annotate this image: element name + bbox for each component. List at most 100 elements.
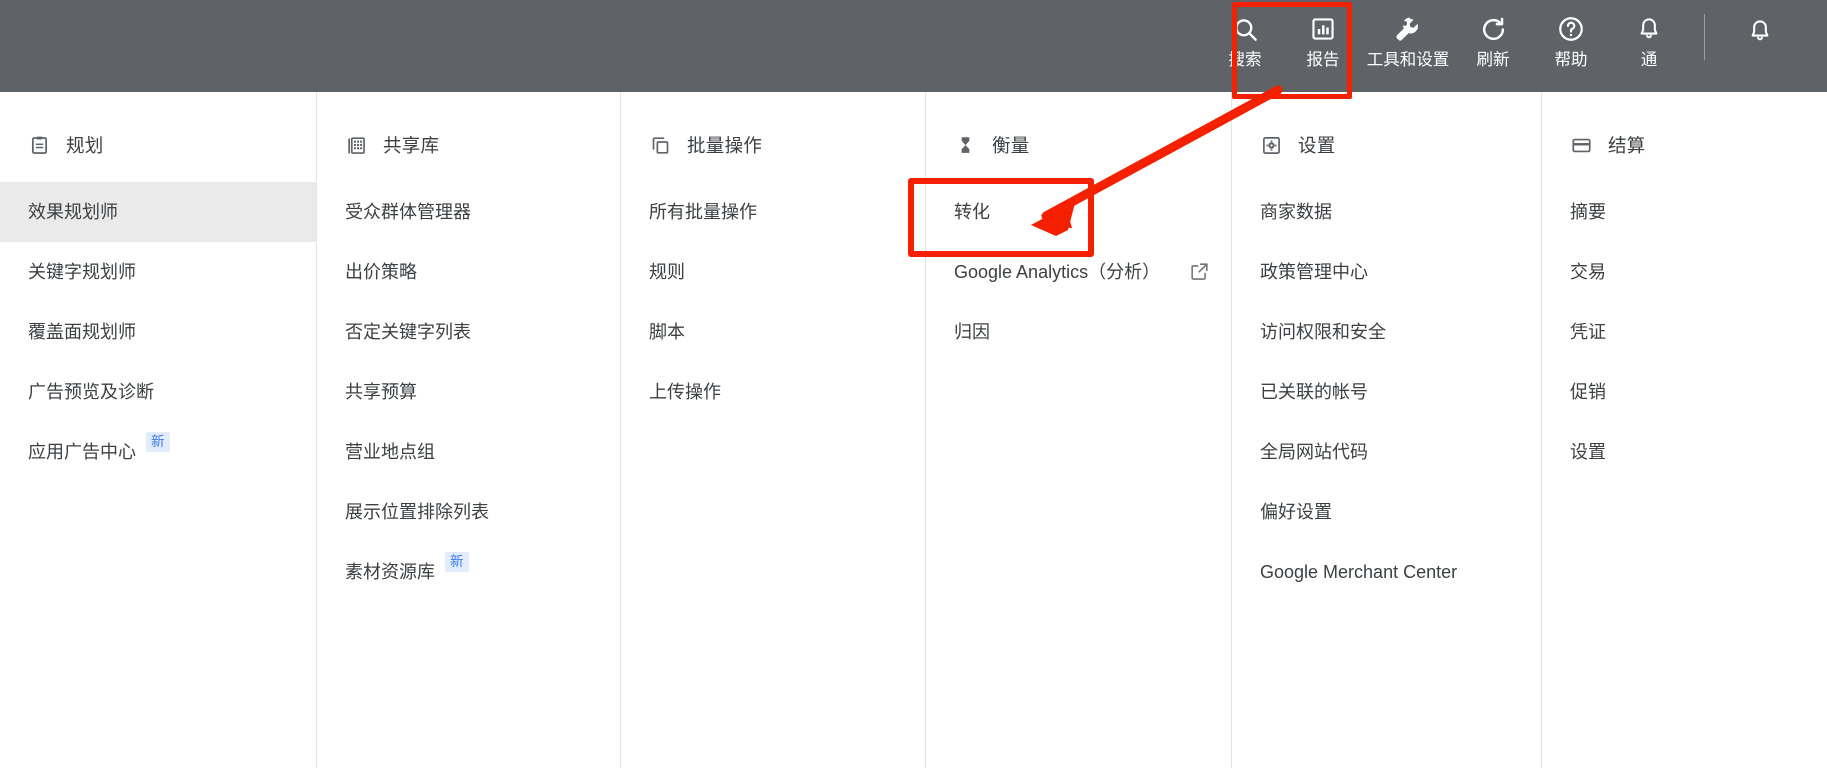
toolbar-search-label: 搜索 [1228, 51, 1262, 69]
search-icon [1230, 14, 1260, 44]
menu-item-label: 全局网站代码 [1260, 442, 1368, 462]
toolbar-refresh-label: 刷新 [1476, 51, 1510, 69]
menu-item-label: 凭证 [1570, 322, 1606, 342]
copy-stack-icon [649, 134, 671, 156]
menu-item-all-bulk-actions[interactable]: 所有批量操作 [621, 182, 925, 242]
hourglass-icon [954, 134, 976, 156]
toolbar-reports-label: 报告 [1306, 51, 1340, 69]
new-badge: 新 [445, 552, 469, 572]
menu-item-asset-library[interactable]: 素材资源库新 [317, 542, 620, 602]
menu-column-bulk-actions: 批量操作 所有批量操作 规则 脚本 上传操作 [620, 92, 925, 768]
menu-item-documents[interactable]: 凭证 [1542, 302, 1827, 362]
menu-item-app-advertising-hub[interactable]: 应用广告中心新 [0, 422, 316, 482]
column-title: 共享库 [383, 135, 440, 156]
menu-item-google-analytics[interactable]: Google Analytics（分析） [926, 242, 1231, 302]
credit-card-icon [1570, 134, 1592, 156]
menu-item-ad-preview-diagnosis[interactable]: 广告预览及诊断 [0, 362, 316, 422]
menu-item-label: 归因 [954, 322, 990, 342]
menu-item-label: 已关联的帐号 [1260, 382, 1368, 402]
toolbar-notifications-secondary[interactable] [1721, 0, 1799, 92]
menu-item-placement-exclusion-lists[interactable]: 展示位置排除列表 [317, 482, 620, 542]
menu-item-linked-accounts[interactable]: 已关联的帐号 [1232, 362, 1541, 422]
menu-item-performance-planner[interactable]: 效果规划师 [0, 182, 316, 242]
menu-item-label: 访问权限和安全 [1260, 322, 1386, 342]
menu-item-attribution[interactable]: 归因 [926, 302, 1231, 362]
toolbar-help[interactable]: 帮助 [1532, 0, 1610, 92]
toolbar-divider [1704, 14, 1705, 60]
menu-item-label: 商家数据 [1260, 202, 1332, 222]
bell-icon [1634, 14, 1664, 44]
menu-item-keyword-planner[interactable]: 关键字规划师 [0, 242, 316, 302]
menu-item-label: 广告预览及诊断 [28, 382, 154, 402]
library-grid-icon [345, 134, 367, 156]
menu-column-planning: 规划 效果规划师 关键字规划师 覆盖面规划师 广告预览及诊断 应用广告中心新 [0, 92, 316, 768]
menu-item-preferences[interactable]: 偏好设置 [1232, 482, 1541, 542]
menu-item-label: 素材资源库 [345, 562, 435, 582]
column-title: 设置 [1298, 135, 1336, 156]
menu-item-label: 效果规划师 [28, 202, 118, 222]
menu-item-policy-manager[interactable]: 政策管理中心 [1232, 242, 1541, 302]
menu-item-negative-keyword-lists[interactable]: 否定关键字列表 [317, 302, 620, 362]
menu-item-promotions[interactable]: 促销 [1542, 362, 1827, 422]
report-icon [1308, 14, 1338, 44]
menu-item-label-wrap: 素材资源库新 [345, 552, 600, 585]
column-title: 规划 [66, 135, 104, 156]
menu-item-label: 受众群体管理器 [345, 202, 471, 222]
menu-column-setup: 设置 商家数据 政策管理中心 访问权限和安全 已关联的帐号 全局网站代码 偏好设… [1231, 92, 1541, 768]
menu-item-label: 出价策略 [345, 262, 417, 282]
menu-item-transactions[interactable]: 交易 [1542, 242, 1827, 302]
column-title: 结算 [1608, 135, 1646, 156]
tools-wrench-icon [1393, 14, 1423, 44]
column-header-billing: 结算 [1542, 128, 1827, 162]
new-badge: 新 [146, 432, 170, 452]
menu-item-uploads[interactable]: 上传操作 [621, 362, 925, 422]
menu-item-label: 关键字规划师 [28, 262, 136, 282]
menu-item-rules[interactable]: 规则 [621, 242, 925, 302]
gear-square-icon [1260, 134, 1282, 156]
clipboard-icon [28, 134, 50, 156]
column-header-planning: 规划 [0, 128, 316, 162]
menu-item-business-data[interactable]: 商家数据 [1232, 182, 1541, 242]
menu-column-measurement: 衡量 转化 Google Analytics（分析） 归因 [925, 92, 1231, 768]
menu-item-label: 交易 [1570, 262, 1606, 282]
menu-item-billing-settings[interactable]: 设置 [1542, 422, 1827, 482]
menu-item-label: 规则 [649, 262, 685, 282]
toolbar-search[interactable]: 搜索 [1206, 0, 1284, 92]
help-icon [1556, 14, 1586, 44]
tools-and-settings-menu: 规划 效果规划师 关键字规划师 覆盖面规划师 广告预览及诊断 应用广告中心新 共… [0, 92, 1827, 768]
toolbar-refresh[interactable]: 刷新 [1454, 0, 1532, 92]
menu-item-google-merchant-center[interactable]: Google Merchant Center [1232, 542, 1541, 602]
menu-item-shared-budgets[interactable]: 共享预算 [317, 362, 620, 422]
menu-item-bid-strategies[interactable]: 出价策略 [317, 242, 620, 302]
toolbar-tools-and-settings[interactable]: 工具和设置 [1362, 0, 1454, 92]
menu-item-label: 展示位置排除列表 [345, 502, 489, 522]
menu-item-scripts[interactable]: 脚本 [621, 302, 925, 362]
menu-item-label: 摘要 [1570, 202, 1606, 222]
menu-item-label: 脚本 [649, 322, 685, 342]
menu-column-shared-library: 共享库 受众群体管理器 出价策略 否定关键字列表 共享预算 营业地点组 展示位置… [316, 92, 620, 768]
menu-item-label-wrap: 应用广告中心新 [28, 432, 296, 465]
menu-item-conversions[interactable]: 转化 [926, 182, 1231, 242]
menu-item-label: 否定关键字列表 [345, 322, 471, 342]
menu-item-access-and-security[interactable]: 访问权限和安全 [1232, 302, 1541, 362]
refresh-icon [1478, 14, 1508, 44]
toolbar-notifications[interactable]: 通 [1610, 0, 1688, 92]
bell-icon [1745, 16, 1775, 46]
toolbar-help-label: 帮助 [1554, 51, 1588, 69]
column-header-setup: 设置 [1232, 128, 1541, 162]
menu-item-label: 应用广告中心 [28, 442, 136, 462]
menu-item-reach-planner[interactable]: 覆盖面规划师 [0, 302, 316, 362]
menu-item-label: Google Analytics（分析） [954, 262, 1161, 282]
toolbar-reports[interactable]: 报告 [1284, 0, 1362, 92]
menu-item-audience-manager[interactable]: 受众群体管理器 [317, 182, 620, 242]
menu-item-label: 覆盖面规划师 [28, 322, 136, 342]
menu-item-label: 促销 [1570, 382, 1606, 402]
menu-item-billing-summary[interactable]: 摘要 [1542, 182, 1827, 242]
column-header-measurement: 衡量 [926, 128, 1231, 162]
app-root: 搜索 报告 工具和设置 刷新 帮助 通 规划 效果规划师 关键字规划师 覆盖面规… [0, 0, 1827, 768]
top-toolbar: 搜索 报告 工具和设置 刷新 帮助 通 [0, 0, 1827, 92]
menu-column-billing: 结算 摘要 交易 凭证 促销 设置 [1541, 92, 1827, 768]
toolbar-tools-and-settings-label: 工具和设置 [1366, 51, 1450, 69]
menu-item-global-site-tag[interactable]: 全局网站代码 [1232, 422, 1541, 482]
menu-item-location-groups[interactable]: 营业地点组 [317, 422, 620, 482]
